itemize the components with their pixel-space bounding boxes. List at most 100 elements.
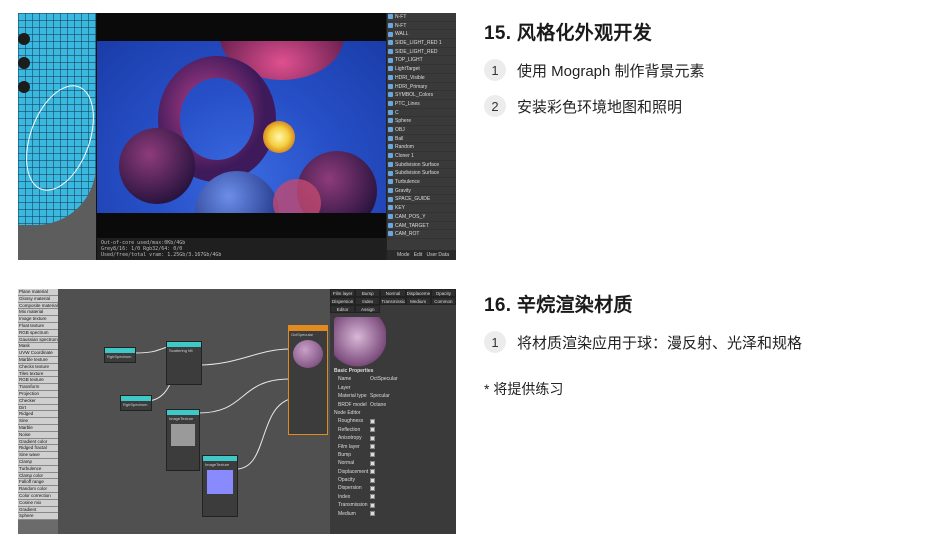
node-list-item[interactable]: Marble texture xyxy=(18,356,58,364)
tree-item[interactable]: TOP_LIGHT xyxy=(387,56,456,66)
node-list-item[interactable]: Sphere xyxy=(18,513,58,521)
node-list-item[interactable]: RGB spectrum xyxy=(18,329,58,337)
tab-edit[interactable]: Edit xyxy=(414,252,423,258)
channel-checkbox[interactable] xyxy=(370,477,375,483)
tree-item[interactable]: N-FT xyxy=(387,22,456,31)
material-tab[interactable]: Opacity xyxy=(430,289,456,297)
node-list-item[interactable]: Noise xyxy=(18,431,58,439)
node-list-item[interactable]: UVW Coordinate xyxy=(18,350,58,357)
node-list-item[interactable]: Dirt xyxy=(18,404,58,412)
node-list-item[interactable]: Gradient color xyxy=(18,438,58,446)
node-list-item[interactable]: Checker xyxy=(18,397,58,405)
tree-item[interactable]: KEY xyxy=(387,204,456,213)
node-list-item[interactable]: Color correction xyxy=(18,492,58,500)
node-list-item[interactable]: Composite material xyxy=(18,302,58,310)
tree-item[interactable]: N-FT xyxy=(387,13,456,22)
channel-row[interactable]: Roughness xyxy=(330,417,456,425)
material-tab[interactable]: Dispersion xyxy=(330,297,356,305)
node-list-item[interactable]: Mask xyxy=(18,343,58,351)
node-list-item[interactable]: Clamp color xyxy=(18,472,58,480)
tab-mode[interactable]: Mode xyxy=(397,252,410,258)
brdf-value[interactable]: Octane xyxy=(370,401,386,409)
material-tab[interactable]: Transmission xyxy=(380,297,406,305)
channel-row[interactable]: Dispersion xyxy=(330,484,456,492)
tab-user-data[interactable]: User Data xyxy=(426,252,449,258)
node-list-item[interactable]: Transform xyxy=(18,384,58,391)
channel-checkbox[interactable] xyxy=(370,427,375,433)
node-list-item[interactable]: Ridged xyxy=(18,411,58,419)
node-list-item[interactable]: Plane material xyxy=(18,289,58,296)
node-list-item[interactable]: Glossy material xyxy=(18,295,58,303)
node-list-item[interactable]: Sine xyxy=(18,418,58,425)
tree-item[interactable]: CAM_ROT xyxy=(387,230,456,239)
channel-checkbox[interactable] xyxy=(370,502,375,508)
channel-row[interactable]: Medium xyxy=(330,510,456,518)
tree-item[interactable]: Random xyxy=(387,143,456,152)
channel-checkbox[interactable] xyxy=(370,511,375,517)
node-list-item[interactable]: Ridged fractal xyxy=(18,445,58,453)
tree-item[interactable]: Gravity xyxy=(387,187,456,196)
tree-item[interactable]: HDRI_Visible xyxy=(387,74,456,83)
tree-item[interactable]: SIDE_LIGHT_RED xyxy=(387,48,456,57)
node-list-item[interactable]: Clamp xyxy=(18,458,58,466)
node-imagetexture[interactable]: ImageTexture xyxy=(202,455,238,517)
node-list-item[interactable]: Random color xyxy=(18,486,58,493)
node-list-item[interactable]: Image texture xyxy=(18,316,58,323)
node-list-item[interactable]: Tiles texture xyxy=(18,370,58,378)
tree-item[interactable]: HDRI_Primary xyxy=(387,83,456,92)
node-list-item[interactable]: Cosine mix xyxy=(18,499,58,507)
channel-checkbox[interactable] xyxy=(370,469,375,475)
material-tab[interactable]: Editor xyxy=(330,305,356,313)
tree-item[interactable]: Subdivision Surface xyxy=(387,161,456,170)
channel-row[interactable]: Displacement xyxy=(330,468,456,476)
node-list-item[interactable]: Projection xyxy=(18,390,58,398)
material-tab[interactable]: Displacement xyxy=(405,289,431,297)
node-scattering[interactable]: Scattering Mt xyxy=(166,341,202,385)
tree-item[interactable]: Ball xyxy=(387,135,456,144)
node-editor-button[interactable]: Node Editor xyxy=(330,409,456,417)
tree-item[interactable]: SYMBOL_Colors xyxy=(387,91,456,100)
node-list-item[interactable]: Falloff range xyxy=(18,479,58,487)
channel-checkbox[interactable] xyxy=(370,418,375,424)
material-tab[interactable]: Assign xyxy=(355,305,381,313)
material-type-value[interactable]: Specular xyxy=(370,392,390,400)
material-tab[interactable]: Film layer xyxy=(330,289,356,297)
channel-checkbox[interactable] xyxy=(370,435,375,441)
tree-item[interactable]: Turbulence xyxy=(387,178,456,187)
channel-row[interactable]: Opacity xyxy=(330,476,456,484)
channel-checkbox[interactable] xyxy=(370,444,375,450)
channel-row[interactable]: Bump xyxy=(330,451,456,459)
brdf-row[interactable]: BRDF model Octane xyxy=(330,401,456,409)
channel-row[interactable]: Reflection xyxy=(330,426,456,434)
node-list-item[interactable]: Turbulence xyxy=(18,465,58,473)
material-tab[interactable]: Common xyxy=(430,297,456,305)
tree-item[interactable]: SPACE_GUIDE xyxy=(387,195,456,205)
tree-item[interactable]: C xyxy=(387,109,456,118)
channel-row[interactable]: Film layer xyxy=(330,443,456,451)
tree-item[interactable]: CAM_TARGET xyxy=(387,222,456,231)
name-value[interactable]: OctSpecular xyxy=(370,375,398,383)
tree-item[interactable]: Cloner 1 xyxy=(387,152,456,161)
tree-item[interactable]: LightTarget xyxy=(387,65,456,74)
node-imagetexture[interactable]: ImageTexture xyxy=(166,409,200,471)
tree-item[interactable]: WALL xyxy=(387,30,456,40)
tree-item[interactable]: OBJ xyxy=(387,126,456,135)
channel-row[interactable]: Anisotropy xyxy=(330,434,456,442)
channel-row[interactable]: Normal xyxy=(330,459,456,467)
tree-item[interactable]: PTC_Lines xyxy=(387,100,456,109)
tree-item[interactable]: Sphere xyxy=(387,117,456,126)
channel-checkbox[interactable] xyxy=(370,485,375,491)
channel-checkbox[interactable] xyxy=(370,452,375,458)
material-type-row[interactable]: Material type Specular xyxy=(330,392,456,400)
node-list-item[interactable]: Gaussian spectrum xyxy=(18,336,58,344)
material-tab[interactable]: Medium xyxy=(405,297,431,305)
attribute-tabs[interactable]: Mode Edit User Data xyxy=(387,250,456,260)
channel-checkbox[interactable] xyxy=(370,494,375,500)
node-list-item[interactable]: Gradient xyxy=(18,506,58,514)
node-rgbspectrum[interactable]: RgbSpectrum xyxy=(104,347,136,363)
node-list-item[interactable]: Float texture xyxy=(18,322,58,330)
channel-row[interactable]: Transmission xyxy=(330,501,456,509)
node-rgbspectrum[interactable]: RgbSpectrum xyxy=(120,395,152,411)
layer-row[interactable]: Layer xyxy=(330,384,456,392)
node-list-item[interactable]: Mix material xyxy=(18,309,58,317)
